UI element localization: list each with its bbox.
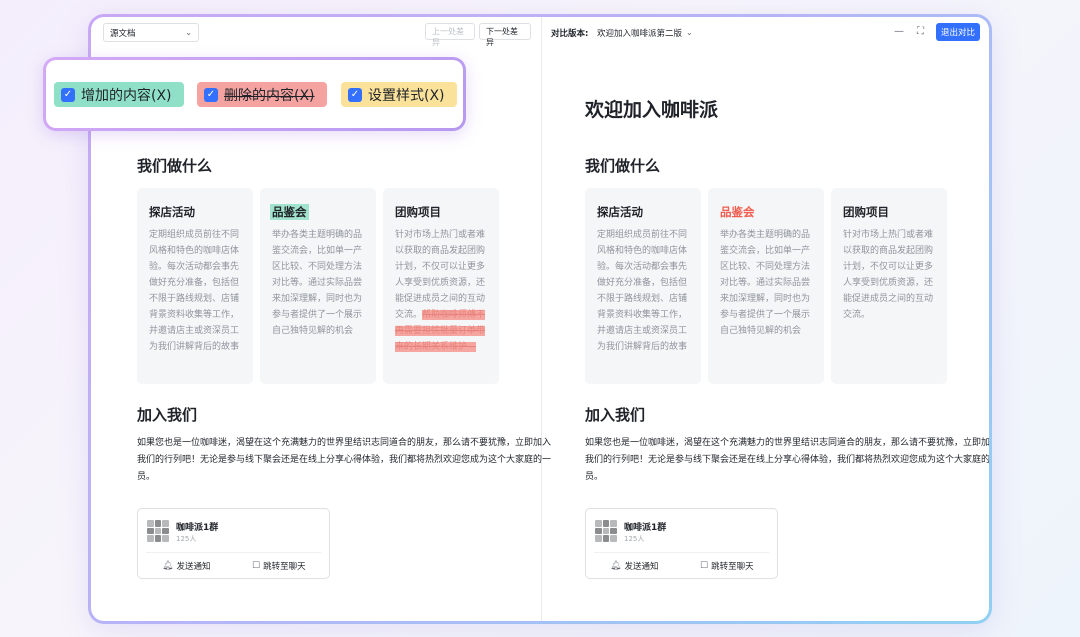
legend-styled-toggle[interactable]: ✓ 设置样式(X) [341,82,457,107]
card-row: 探店活动 定期组织成员前往不同风格和特色的咖啡店体验。每次活动都会事先做好充分准… [585,188,947,384]
card-body-wrap: 针对市场上热门或者难以获取的商品发起团购计划，不仅可以让更多人享受到优质资源，还… [395,227,487,355]
card-store-visits: 探店活动 定期组织成员前往不同风格和特色的咖啡店体验。每次活动都会事先做好充分准… [585,188,701,384]
card-body: 定期组织成员前往不同风格和特色的咖啡店体验。每次活动都会事先做好充分准备，包括但… [149,230,240,352]
source-doc-select[interactable]: 源文档 ⌄ [103,23,199,42]
doc-title: 欢迎加入咖啡派 [585,99,719,121]
fullscreen-icon[interactable]: ⛶ [917,26,924,37]
compare-version-value: 欢迎加入咖啡派第二版 [597,28,683,39]
checkbox-checked-icon[interactable]: ✓ [61,87,75,102]
group-member-count: 125人 [624,535,645,543]
group-name: 咖啡派1群 [176,523,219,533]
card-title: 团购项目 [395,205,441,219]
jump-to-chat-button[interactable]: ☐ 跳转至聊天 [700,560,754,572]
section-heading-join: 加入我们 [137,406,198,424]
bell-icon: 🔔︎ [162,561,174,571]
card-tasting: 品鉴会 举办各类主题明确的品鉴交流会，比如单一产区比较、不同处理方法对比等。通过… [708,188,824,384]
divider [594,552,769,553]
diff-legend: ✓ 增加的内容(X) ✓ 删除的内容(X) ✓ 设置样式(X) [43,57,466,131]
source-doc-select-label: 源文档 [110,28,136,39]
group-avatar [147,520,169,542]
jump-to-chat-button[interactable]: ☐ 跳转至聊天 [252,560,306,572]
card-title-added: 品鉴会 [270,204,309,220]
group-name: 咖啡派1群 [624,523,667,533]
section-heading-what: 我们做什么 [585,157,661,175]
card-title: 探店活动 [597,205,643,219]
card-body: 针对市场上热门或者难以获取的商品发起团购计划，不仅可以让更多人享受到优质资源，还… [843,230,934,320]
send-notification-label: 发送通知 [624,562,659,572]
jump-to-chat-label: 跳转至聊天 [263,562,306,572]
chat-icon: ☐ [700,561,709,571]
card-body: 定期组织成员前往不同风格和特色的咖啡店体验。每次活动都会事先做好充分准备，包括但… [597,230,688,352]
card-title-styled: 品鉴会 [720,205,755,219]
group-avatar [595,520,617,542]
legend-styled-label: 设置样式(X) [368,87,445,104]
card-title: 探店活动 [149,205,195,219]
legend-deleted-label: 删除的内容(X) [224,87,315,104]
card-title: 团购项目 [843,205,889,219]
compare-version-label: 对比版本: [551,29,589,39]
section-heading-what: 我们做什么 [137,157,213,175]
chevron-down-icon: ⌄ [185,28,192,37]
join-paragraph: 如果您也是一位咖啡迷，渴望在这个充满魅力的世界里结识志同道合的朋友，那么请不要犹… [137,438,552,482]
compare-toolbar: 源文档 ⌄ 上一处差异 下一处差异 对比版本: 欢迎加入咖啡派第二版 ⌄ — ⛶… [91,17,989,49]
card-group-buy: 团购项目 针对市场上热门或者难以获取的商品发起团购计划，不仅可以让更多人享受到优… [383,188,499,384]
card-group-buy: 团购项目 针对市场上热门或者难以获取的商品发起团购计划，不仅可以让更多人享受到优… [831,188,947,384]
group-member-count: 125人 [176,535,197,543]
exit-compare-button[interactable]: 退出对比 [936,23,980,41]
card-store-visits: 探店活动 定期组织成员前往不同风格和特色的咖啡店体验。每次活动都会事先做好充分准… [137,188,253,384]
checkbox-checked-icon[interactable]: ✓ [348,87,362,102]
legend-added-label: 增加的内容(X) [81,87,172,104]
send-notification-button[interactable]: 🔔︎ 发送通知 [610,560,658,572]
bell-icon: 🔔︎ [610,561,622,571]
legend-added-toggle[interactable]: ✓ 增加的内容(X) [54,82,184,107]
card-body: 举办各类主题明确的品鉴交流会，比如单一产区比较、不同处理方法对比等。通过实际品尝… [720,230,811,336]
group-card[interactable]: 咖啡派1群 125人 🔔︎ 发送通知 ☐ 跳转至聊天 [137,508,330,579]
group-card[interactable]: 咖啡派1群 125人 🔔︎ 发送通知 ☐ 跳转至聊天 [585,508,778,579]
send-notification-button[interactable]: 🔔︎ 发送通知 [162,560,210,572]
next-diff-button[interactable]: 下一处差异 [479,23,531,47]
prev-diff-button[interactable]: 上一处差异 [425,23,475,47]
chat-icon: ☐ [252,561,261,571]
send-notification-label: 发送通知 [176,562,211,572]
compare-version-select[interactable]: 欢迎加入咖啡派第二版 ⌄ [597,24,707,41]
checkbox-checked-icon[interactable]: ✓ [204,87,218,102]
card-body: 针对市场上热门或者难以获取的商品发起团购计划，不仅可以让更多人享受到优质资源，还… [395,230,486,320]
chevron-down-icon: ⌄ [686,28,693,37]
source-doc-pane: 我们做什么 探店活动 定期组织成员前往不同风格和特色的咖啡店体验。每次活动都会事… [137,49,557,621]
card-body: 举办各类主题明确的品鉴交流会，比如单一产区比较、不同处理方法对比等。通过实际品尝… [272,230,363,336]
compared-doc-pane: 欢迎加入咖啡派 我们做什么 探店活动 定期组织成员前往不同风格和特色的咖啡店体验… [585,49,989,621]
divider [146,552,321,553]
minimize-icon[interactable]: — [894,26,904,37]
section-heading-join: 加入我们 [585,406,646,424]
card-row: 探店活动 定期组织成员前往不同风格和特色的咖啡店体验。每次活动都会事先做好充分准… [137,188,499,384]
join-paragraph: 如果您也是一位咖啡迷，渴望在这个充满魅力的世界里结识志同道合的朋友，那么请不要犹… [585,438,989,482]
card-tasting: 品鉴会 举办各类主题明确的品鉴交流会，比如单一产区比较、不同处理方法对比等。通过… [260,188,376,384]
legend-deleted-toggle[interactable]: ✓ 删除的内容(X) [197,82,327,107]
diff-legend-body: ✓ 增加的内容(X) ✓ 删除的内容(X) ✓ 设置样式(X) [46,60,463,128]
jump-to-chat-label: 跳转至聊天 [711,562,754,572]
